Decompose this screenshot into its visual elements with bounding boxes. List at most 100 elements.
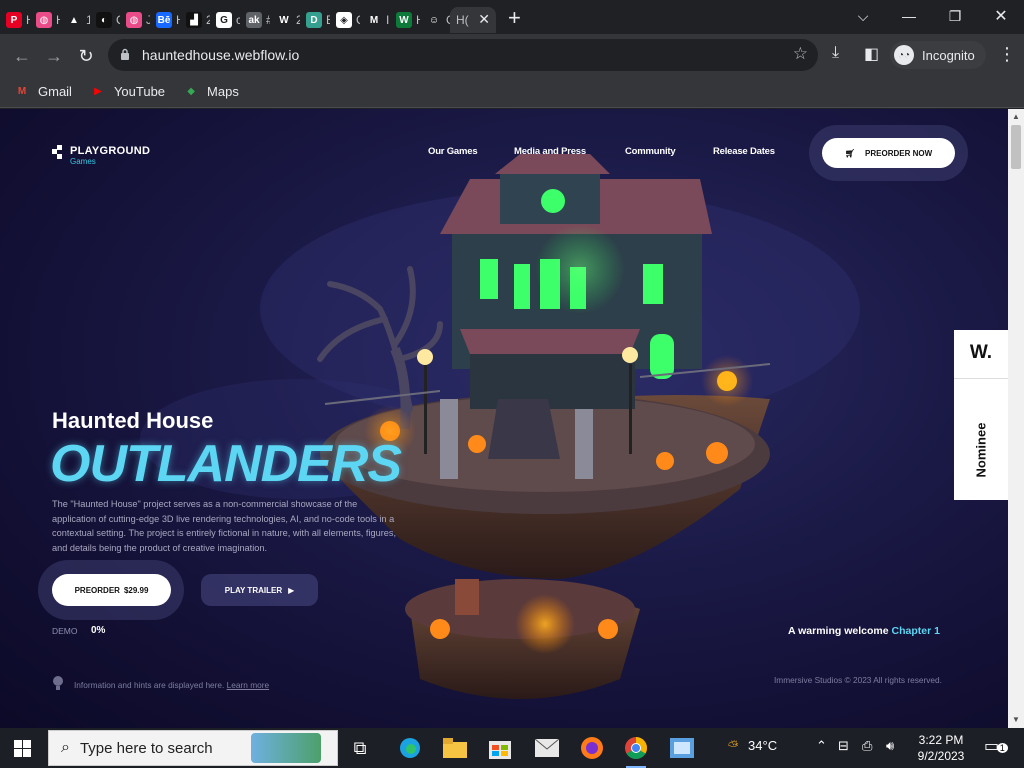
pinterest-icon: P [6,12,22,28]
tab-close-icon[interactable]: ✕ [478,11,490,28]
reload-button[interactable]: ↻ [74,44,98,68]
gmail-icon: M [366,12,382,28]
playground-logo[interactable]: PLAYGROUND Games [52,145,150,166]
browser-tab[interactable]: PH [0,7,30,33]
chrome-icon[interactable] [622,734,650,768]
forward-button[interactable]: → [42,44,66,68]
logo-name: PLAYGROUND [70,145,151,157]
nav-media-and-press[interactable]: Media and Press [514,146,586,157]
play-trailer-button[interactable]: PLAY TRAILER ▶ [201,574,318,606]
browser-tab[interactable]: ◐C [90,7,120,33]
pinned-app-icon[interactable] [668,734,696,762]
copyright-text: Immersive Studios © 2023 All rights rese… [774,675,942,685]
preorder-button[interactable]: PREORDER $29.99 [52,574,171,606]
dribbble-icon: ◍ [36,12,52,28]
google-icon: G [216,12,232,28]
url-text: hauntedhouse.webflow.io [142,47,300,63]
nominee-badge[interactable]: W. Nominee [954,330,1008,500]
tray-chevron-icon[interactable]: ⌃ [816,738,827,754]
ghost-icon: ☺ [426,12,442,28]
browser-tab[interactable]: ▲1( [60,7,90,33]
dribbble-icon: ◍ [126,12,142,28]
notification-count: 1 [996,743,1008,753]
demo-progress-value: 0% [91,625,106,636]
minimize-button[interactable]: — [886,0,932,32]
browser-tab[interactable]: ☺G [420,7,450,33]
edge-icon[interactable] [396,734,424,762]
chapter-link[interactable]: Chapter 1 [891,625,939,637]
preorder-now-button[interactable]: 🛒︎ PREORDER NOW [822,138,955,168]
hint-text: Information and hints are displayed here… [74,680,269,690]
lock-icon [121,48,129,60]
close-window-button[interactable]: ✕ [978,0,1024,32]
nav-our-games[interactable]: Our Games [428,146,478,157]
bookmark-label: Gmail [38,84,72,99]
address-bar[interactable]: hauntedhouse.webflow.io ☆ [108,39,818,71]
clock-date: 9/2/2023 [917,749,965,763]
browser-tab[interactable]: W2 [270,7,300,33]
mail-icon[interactable] [533,734,561,762]
hint-message: Information and hints are displayed here… [74,680,225,690]
w-icon: W [276,12,292,28]
firefox-icon[interactable] [578,734,606,762]
webflow-icon: W [396,12,412,28]
volume-icon[interactable]: 🔊︎ [886,738,894,754]
browser-tab[interactable]: ▟ 2 [180,7,210,33]
store-icon[interactable] [486,734,514,762]
browser-tab[interactable]: ak# [240,7,270,33]
weather-icon: ⛅︎ [728,738,739,753]
scroll-up-icon[interactable]: ▲ [1012,112,1020,121]
bookmark-gmail[interactable]: M Gmail [14,84,72,99]
weather-temp: 34°C [748,738,778,753]
logo-sub: Games [70,157,96,166]
bookmark-star-icon[interactable]: ☆ [793,44,808,64]
browser-tab[interactable]: BēH [150,7,180,33]
page-scrollbar[interactable]: ▲ ▼ [1008,109,1024,728]
maps-icon: ◆ [187,86,195,97]
active-tab[interactable]: H(✕ [450,7,496,33]
incognito-label: Incognito [922,47,975,63]
learn-more-link[interactable]: Learn more [227,680,269,690]
file-explorer-icon[interactable] [441,734,469,762]
task-view-icon[interactable]: ⧉ [346,734,374,762]
scrollbar-thumb[interactable] [1011,125,1021,169]
cart-icon: 🛒︎ [844,148,856,158]
weather-widget[interactable]: ⛅︎ 34°C [728,738,777,754]
behance-icon: Bē [156,12,172,28]
browser-tab[interactable]: MIr [360,7,390,33]
browser-tab[interactable]: DB [300,7,330,33]
browser-tab[interactable]: ◍Jc [120,7,150,33]
incognito-icon: ◔◔ [894,45,914,65]
browser-tab[interactable]: WH [390,7,420,33]
scroll-down-icon[interactable]: ▼ [1012,715,1020,724]
network-icon[interactable]: ⊟ [838,738,849,754]
keyboard-icon[interactable]: ⎙ [862,738,872,754]
nav-release-dates[interactable]: Release Dates [713,146,775,157]
restore-button[interactable]: ❐ [932,0,978,32]
new-tab-button[interactable]: + [508,5,521,31]
bookmark-maps[interactable]: ◆ Maps [183,84,239,99]
browser-tab[interactable]: ◈C [330,7,360,33]
nav-community[interactable]: Community [625,146,676,157]
taskbar-search-box[interactable]: ⌕ Type here to search [48,730,338,766]
browser-tab[interactable]: ◍H [30,7,60,33]
codepen-icon: ◈ [336,12,352,28]
incognito-indicator[interactable]: ◔◔ Incognito [890,41,986,69]
logo-mark-icon [52,145,62,159]
bookmark-youtube[interactable]: ▶ YouTube [90,84,165,99]
menu-kebab-icon[interactable]: ⋮ [998,44,1016,65]
download-icon[interactable]: ⤓ [832,44,839,62]
play-trailer-label: PLAY TRAILER [224,585,283,595]
back-button[interactable]: ← [10,44,34,68]
bookmark-label: Maps [207,84,239,99]
search-icon: ⌕ [61,739,70,756]
windows-start-icon[interactable] [14,740,31,757]
side-panel-icon[interactable]: ◧ [864,44,879,64]
welcome-text: A warming welcome [788,625,889,637]
badge-logo: W. [969,342,993,363]
browser-tab[interactable]: Gcc [210,7,240,33]
notifications-button[interactable]: ▭ 1 [984,736,1008,756]
tab-search-chevron-icon[interactable]: ⌵ [840,0,886,32]
bookmarks-bar: M Gmail ▶ YouTube ◆ Maps [0,76,1024,108]
taskbar-clock[interactable]: 3:22 PM 9/2/2023 [912,732,970,764]
